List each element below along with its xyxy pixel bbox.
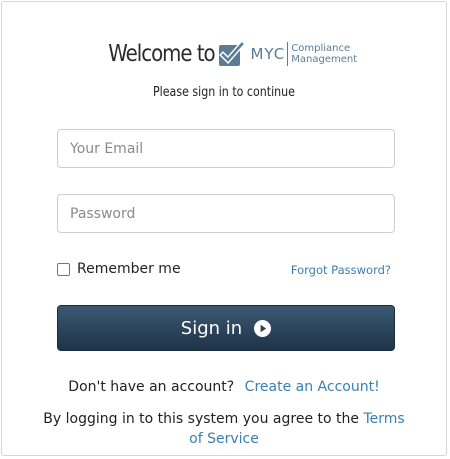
logo-divider bbox=[287, 42, 289, 66]
welcome-header: Welcome to MYC Compliance Management bbox=[2, 37, 446, 71]
terms-prefix-text: By logging in to this system you agree t… bbox=[43, 411, 359, 427]
remember-me-toggle[interactable]: Remember me bbox=[57, 261, 181, 277]
sign-in-label: Sign in bbox=[180, 317, 243, 339]
forgot-password-link[interactable]: Forgot Password? bbox=[291, 263, 391, 277]
password-field[interactable] bbox=[57, 194, 395, 233]
logo-tagline-line1: Compliance bbox=[291, 43, 351, 54]
logo-brand: MYC bbox=[250, 45, 286, 63]
login-card: Welcome to MYC Compliance Management Ple… bbox=[1, 1, 447, 456]
create-account-link[interactable]: Create an Account! bbox=[245, 379, 380, 395]
no-account-text: Don't have an account? bbox=[68, 379, 235, 395]
terms-notice: By logging in to this system you agree t… bbox=[42, 409, 406, 449]
company-logo: MYC Compliance Management bbox=[218, 41, 357, 67]
page-subtitle: Please sign in to continue bbox=[153, 85, 295, 100]
logo-tagline: Compliance Management bbox=[291, 43, 357, 65]
email-field[interactable] bbox=[57, 129, 395, 168]
sign-in-button[interactable]: Sign in bbox=[57, 305, 395, 351]
remember-me-checkbox[interactable] bbox=[57, 262, 70, 276]
remember-me-label: Remember me bbox=[77, 261, 181, 277]
logo-tagline-line2: Management bbox=[291, 54, 358, 65]
welcome-text: Welcome to bbox=[108, 41, 215, 67]
checkmark-logo-icon bbox=[219, 41, 245, 66]
signup-prompt: Don't have an account? Create an Account… bbox=[2, 379, 446, 395]
play-circle-icon bbox=[254, 319, 272, 337]
